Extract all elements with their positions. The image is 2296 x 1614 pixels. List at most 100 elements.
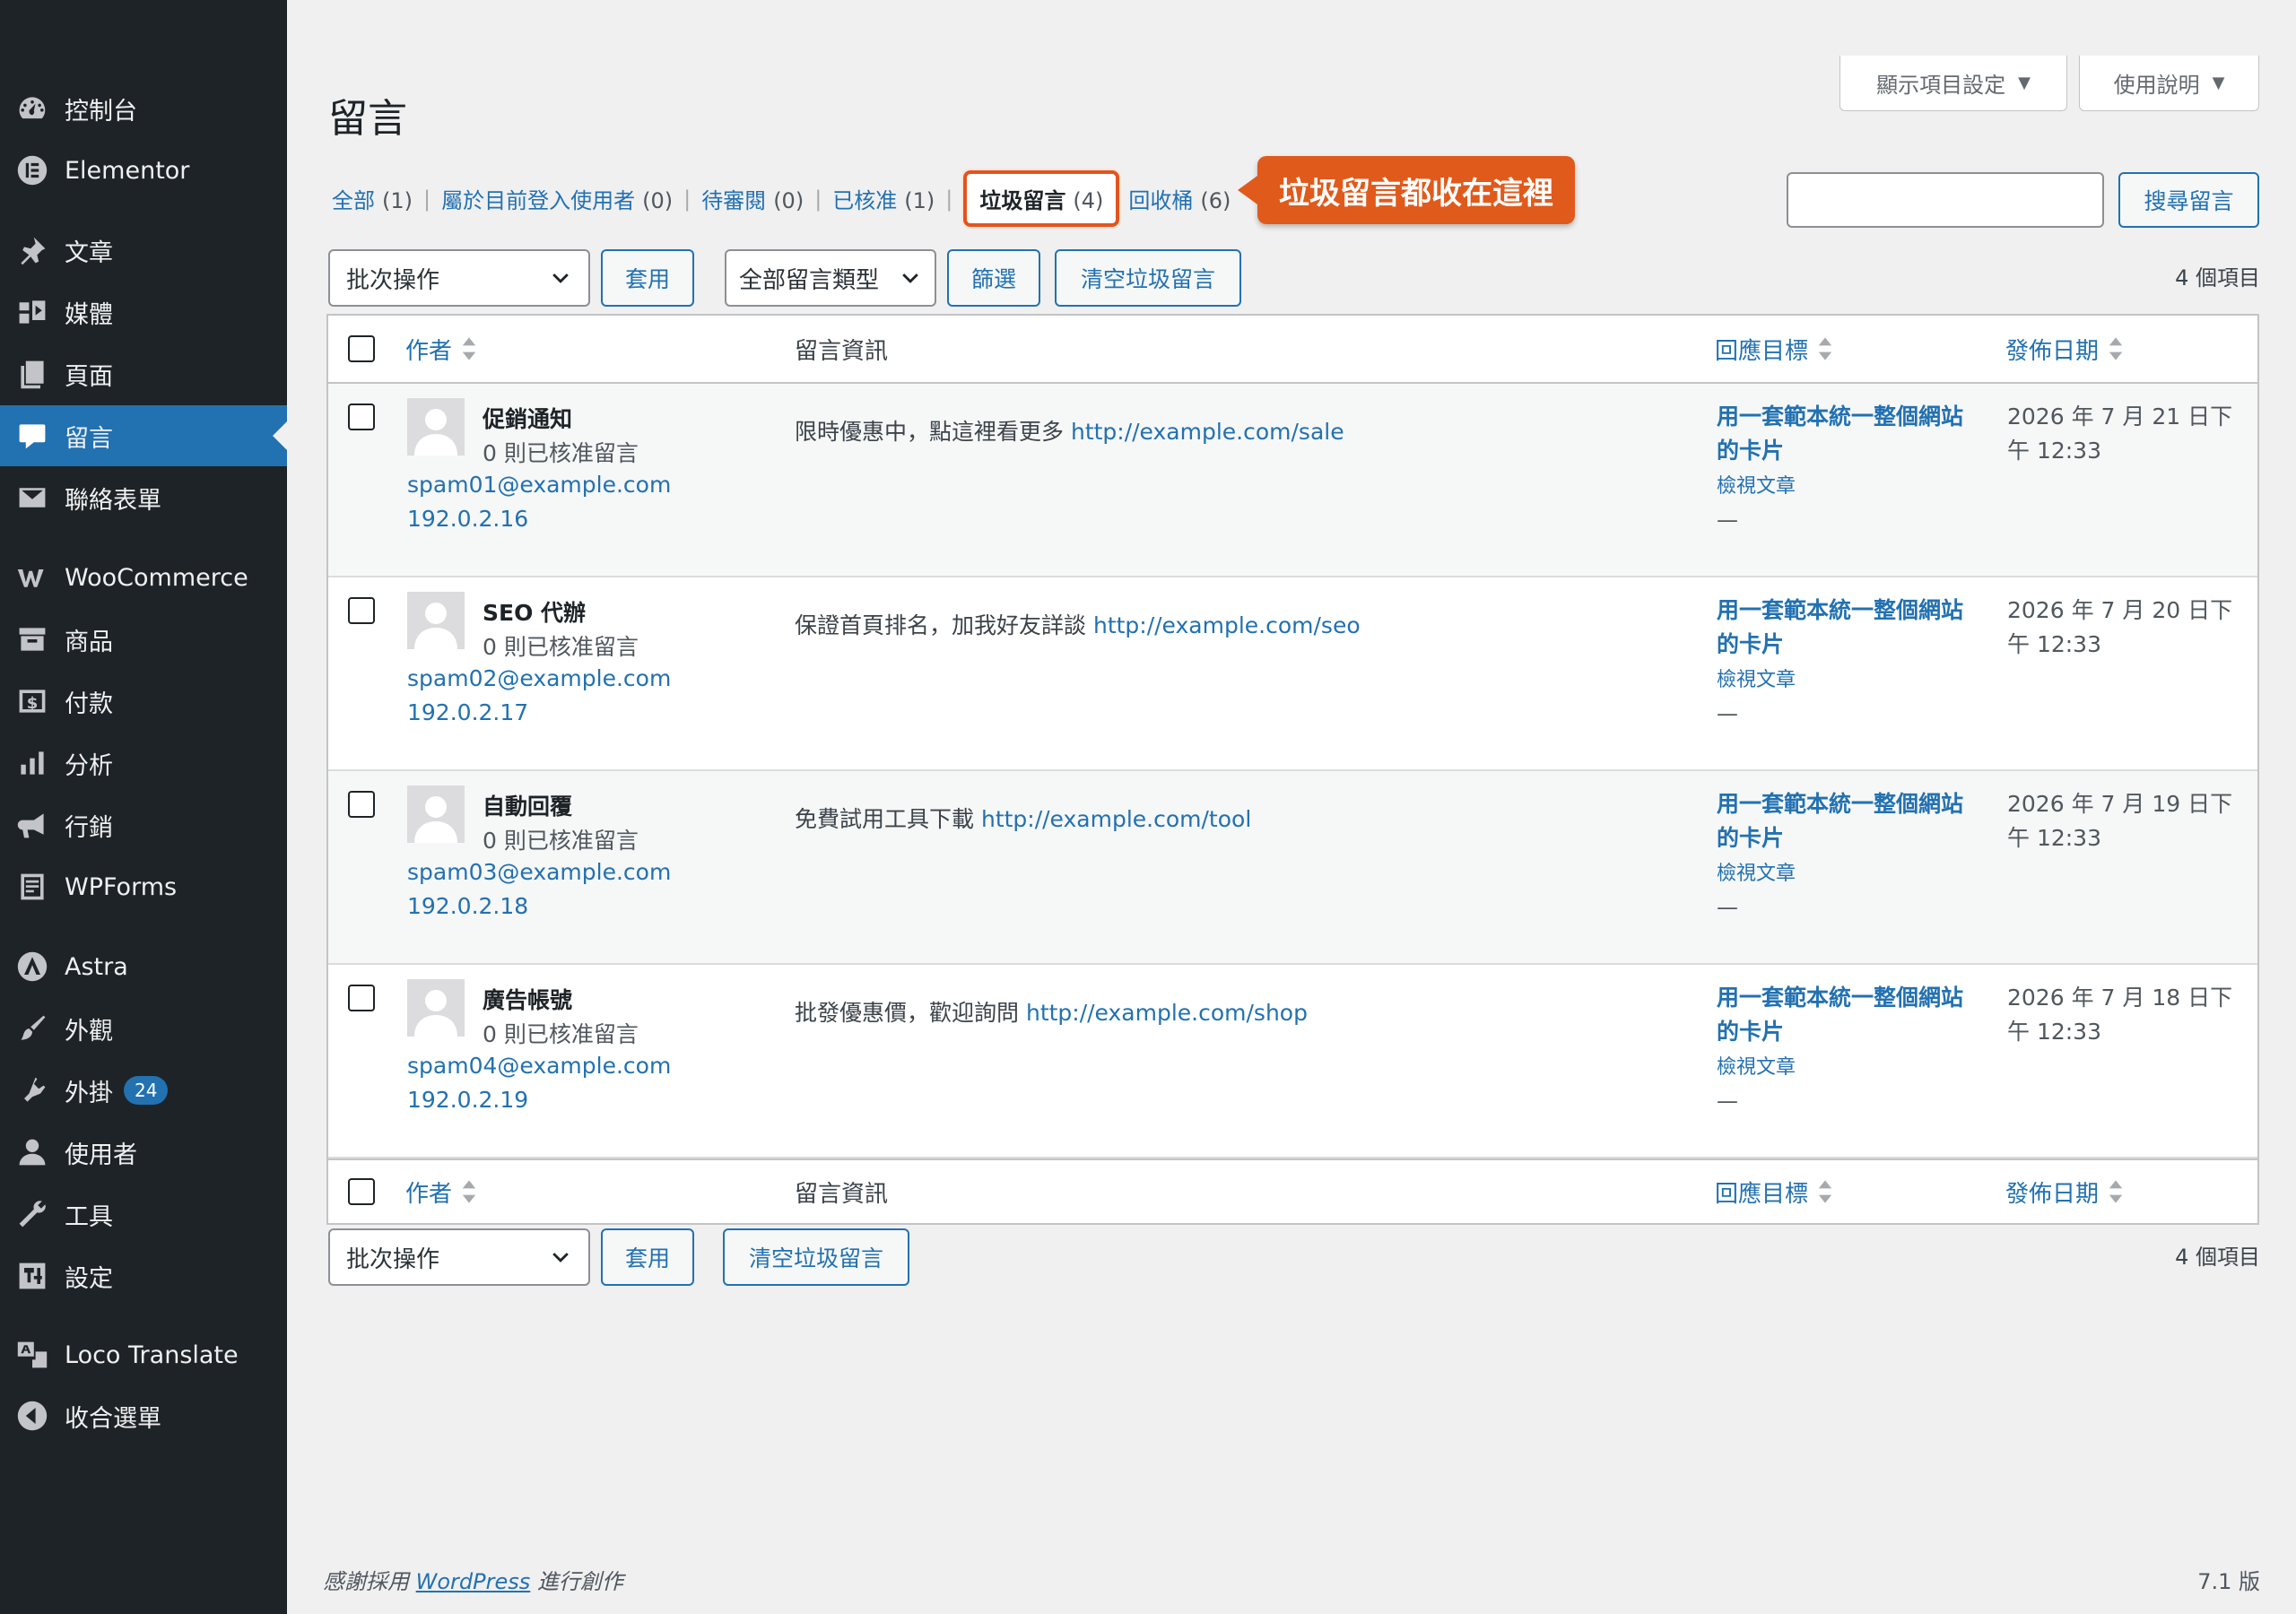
column-date-footer[interactable]: 發佈日期 xyxy=(2005,1160,2124,1223)
sidebar-item-contact-form[interactable]: 聯絡表單 xyxy=(0,467,287,528)
sidebar-item-elementor[interactable]: Elementor xyxy=(0,140,287,201)
bulk-action-select-bottom[interactable]: 批次操作 xyxy=(328,1228,590,1286)
row-checkbox[interactable] xyxy=(348,791,375,818)
author-ip-link[interactable]: 192.0.2.17 xyxy=(407,699,528,725)
archive-icon xyxy=(14,621,50,657)
comment-link[interactable]: http://example.com/seo xyxy=(1093,612,1361,638)
view-post-link[interactable]: 檢視文章 xyxy=(1717,1051,1796,1080)
empty-spam-button[interactable]: 清空垃圾留言 xyxy=(1055,249,1241,307)
author-email-link[interactable]: spam03@example.com xyxy=(407,859,671,885)
author-ip-link[interactable]: 192.0.2.18 xyxy=(407,893,528,919)
sidebar-item-users[interactable]: 使用者 xyxy=(0,1122,287,1183)
comment-body: 免費試用工具下載 xyxy=(795,806,975,832)
sidebar-item-analytics[interactable]: 分析 xyxy=(0,733,287,794)
sidebar-item-marketing[interactable]: 行銷 xyxy=(0,794,287,855)
apply-button[interactable]: 套用 xyxy=(601,249,694,307)
sidebar-item-label: 留言 xyxy=(65,424,113,453)
annotation-callout: 垃圾留言都收在這裡 xyxy=(1238,156,1575,224)
wordpress-link[interactable]: WordPress xyxy=(416,1569,531,1594)
view-mine[interactable]: 屬於目前登入使用者 (0) xyxy=(441,183,673,214)
table-row: 促銷通知 0 則已核准留言 spam01@example.com 192.0.2… xyxy=(328,384,2257,577)
approved-count: 0 則已核准留言 xyxy=(483,634,639,660)
sidebar-item-posts[interactable]: 文章 xyxy=(0,220,287,281)
sidebar-item-products[interactable]: 商品 xyxy=(0,609,287,670)
empty-spam-button-bottom[interactable]: 清空垃圾留言 xyxy=(723,1228,909,1286)
row-checkbox[interactable] xyxy=(348,404,375,430)
sidebar-item-wpforms[interactable]: WPForms xyxy=(0,856,287,917)
view-spam[interactable]: 垃圾留言 (4) xyxy=(963,170,1120,227)
column-response-footer[interactable]: 回應目標 xyxy=(1715,1160,1833,1223)
sidebar-item-label: 控制台 xyxy=(65,97,137,126)
view-label: 回收桶 xyxy=(1128,188,1194,213)
view-trash[interactable]: 回收桶 (6) xyxy=(1128,183,1231,214)
dollar-icon: $ xyxy=(14,683,50,719)
comment-link[interactable]: http://example.com/shop xyxy=(1026,1000,1308,1026)
table-footer: 作者 留言資訊 回應目標 發佈日期 xyxy=(328,1158,2257,1223)
author-email-link[interactable]: spam02@example.com xyxy=(407,665,671,691)
comment-link[interactable]: http://example.com/sale xyxy=(1071,419,1344,445)
apply-button-bottom[interactable]: 套用 xyxy=(601,1228,694,1286)
help-button[interactable]: 使用說明 ▼ xyxy=(2079,56,2259,111)
avatar xyxy=(407,979,465,1037)
view-post-link[interactable]: 檢視文章 xyxy=(1717,857,1796,886)
sidebar-item-payments[interactable]: $ 付款 xyxy=(0,671,287,732)
sort-icon xyxy=(461,335,477,362)
sidebar-item-dashboard[interactable]: 控制台 xyxy=(0,78,287,139)
collapse-menu-button[interactable]: 收合選單 xyxy=(0,1385,287,1446)
comment-date: 2026 年 7 月 21 日下午 12:33 xyxy=(2007,404,2233,464)
comment-link[interactable]: http://example.com/tool xyxy=(981,806,1251,832)
search-comments-button[interactable]: 搜尋留言 xyxy=(2118,172,2259,228)
column-author[interactable]: 作者 xyxy=(405,316,477,382)
elementor-icon xyxy=(14,152,50,188)
comment-body: 限時優惠中，點這裡看更多 xyxy=(795,419,1065,445)
view-pending[interactable]: 待審閱 (0) xyxy=(701,183,804,214)
comment-type-select[interactable]: 全部留言類型 xyxy=(725,249,936,307)
row-checkbox[interactable] xyxy=(348,597,375,624)
sidebar-item-loco-translate[interactable]: Loco Translate xyxy=(0,1324,287,1385)
author-ip-link[interactable]: 192.0.2.19 xyxy=(407,1087,528,1113)
response-count: — xyxy=(1717,701,1738,726)
select-all-checkbox-bottom[interactable] xyxy=(348,1178,375,1205)
bulk-action-select[interactable]: 批次操作 xyxy=(328,249,590,307)
comment-date: 2026 年 7 月 20 日下午 12:33 xyxy=(2007,597,2233,657)
view-approved[interactable]: 已核准 (1) xyxy=(832,183,935,214)
author-name: 促銷通知 xyxy=(483,406,573,432)
view-all[interactable]: 全部 (1) xyxy=(332,183,413,214)
filter-button[interactable]: 篩選 xyxy=(947,249,1040,307)
sidebar-item-plugins[interactable]: 外掛 24 xyxy=(0,1060,287,1121)
response-post-link[interactable]: 用一套範本統一整個網站的卡片 xyxy=(1717,594,1968,662)
response-post-link[interactable]: 用一套範本統一整個網站的卡片 xyxy=(1717,787,1968,855)
sidebar-item-label: 媒體 xyxy=(65,300,113,329)
column-response[interactable]: 回應目標 xyxy=(1715,316,1833,382)
view-post-link[interactable]: 檢視文章 xyxy=(1717,664,1796,692)
screen-options-label: 顯示項目設定 xyxy=(1876,73,2006,98)
sidebar-item-settings[interactable]: 設定 xyxy=(0,1245,287,1306)
sidebar-item-comments[interactable]: 留言 xyxy=(0,405,287,466)
sort-icon xyxy=(2108,1178,2124,1205)
column-date[interactable]: 發佈日期 xyxy=(2005,316,2124,382)
select-all-checkbox[interactable] xyxy=(348,335,375,362)
sidebar-item-label: 分析 xyxy=(65,751,113,780)
row-checkbox[interactable] xyxy=(348,985,375,1011)
plugin-update-badge: 24 xyxy=(124,1076,169,1105)
author-email-link[interactable]: spam04@example.com xyxy=(407,1053,671,1079)
author-name: SEO 代辦 xyxy=(483,600,587,626)
response-post-link[interactable]: 用一套範本統一整個網站的卡片 xyxy=(1717,400,1968,468)
bulk-action-value: 批次操作 xyxy=(346,266,440,294)
search-input[interactable] xyxy=(1787,172,2104,228)
media-icon xyxy=(14,294,50,330)
avatar xyxy=(407,398,465,456)
sidebar-item-woocommerce[interactable]: WooCommerce xyxy=(0,547,287,608)
view-post-link[interactable]: 檢視文章 xyxy=(1717,470,1796,499)
sidebar-item-astra[interactable]: Astra xyxy=(0,936,287,997)
sidebar-item-pages[interactable]: 頁面 xyxy=(0,343,287,404)
comment-date: 2026 年 7 月 19 日下午 12:33 xyxy=(2007,791,2233,851)
sidebar-item-appearance[interactable]: 外觀 xyxy=(0,998,287,1059)
author-ip-link[interactable]: 192.0.2.16 xyxy=(407,506,528,532)
author-email-link[interactable]: spam01@example.com xyxy=(407,472,671,498)
sidebar-item-tools[interactable]: 工具 xyxy=(0,1184,287,1245)
response-post-link[interactable]: 用一套範本統一整個網站的卡片 xyxy=(1717,981,1968,1049)
screen-options-button[interactable]: 顯示項目設定 ▼ xyxy=(1839,56,2067,111)
sidebar-item-media[interactable]: 媒體 xyxy=(0,282,287,343)
column-author-footer[interactable]: 作者 xyxy=(405,1160,477,1223)
